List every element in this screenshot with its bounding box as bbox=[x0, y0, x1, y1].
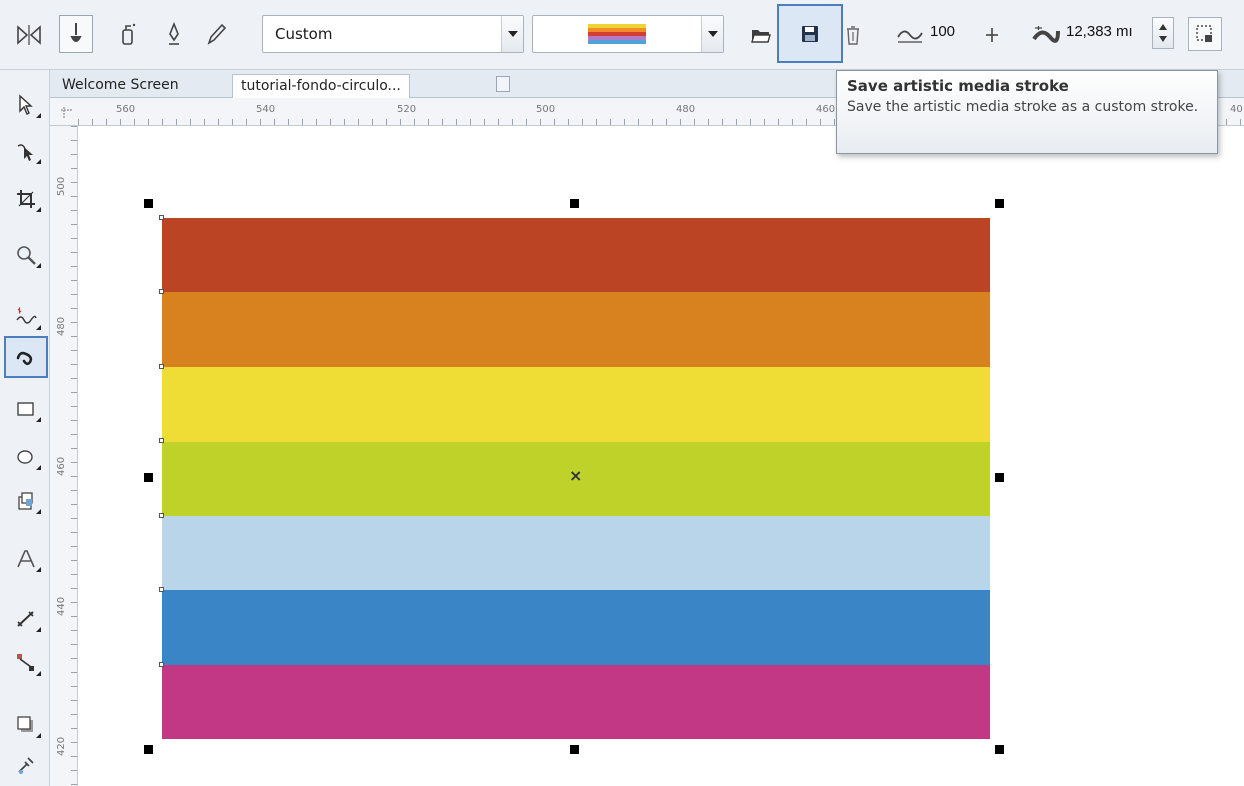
width-icon bbox=[1030, 20, 1062, 50]
selection-handle-middle-left[interactable] bbox=[144, 473, 153, 482]
dimension-tool-icon[interactable] bbox=[6, 600, 46, 638]
artistic-media-tool-icon[interactable] bbox=[4, 336, 48, 378]
polygon-tool-icon[interactable] bbox=[6, 482, 46, 520]
selection-handle-top-left[interactable] bbox=[144, 199, 153, 208]
path-node[interactable] bbox=[159, 587, 164, 592]
ruler-tick-label: 460 bbox=[816, 104, 836, 115]
zoom-tool-icon[interactable] bbox=[6, 236, 46, 274]
ruler-ticks bbox=[71, 126, 77, 786]
scale-icon[interactable] bbox=[1188, 17, 1222, 51]
ruler-tick-label: 460 bbox=[56, 456, 67, 476]
drawing-canvas[interactable]: × bbox=[79, 127, 1244, 786]
chevron-down-icon[interactable] bbox=[501, 16, 523, 52]
calligraphic-icon[interactable] bbox=[160, 18, 188, 50]
selection-handle-bottom-left[interactable] bbox=[144, 745, 153, 754]
brush-icon[interactable] bbox=[59, 15, 93, 53]
delete-icon[interactable] bbox=[840, 20, 866, 50]
stroke-list-dropdown[interactable] bbox=[532, 15, 724, 53]
ruler-origin-icon[interactable] bbox=[60, 106, 74, 120]
rainbow-stroke-object[interactable]: × bbox=[79, 127, 1244, 786]
chevron-down-icon[interactable] bbox=[701, 16, 723, 52]
toolbox bbox=[0, 70, 50, 786]
stripe-red bbox=[162, 218, 990, 292]
stripe-blue bbox=[162, 590, 990, 665]
preset-stroke-value: Custom bbox=[275, 25, 333, 43]
stripe-orange bbox=[162, 292, 990, 367]
sprayer-icon[interactable] bbox=[114, 18, 142, 50]
selection-handle-bottom-right[interactable] bbox=[995, 745, 1004, 754]
ruler-tick-label: 520 bbox=[397, 104, 417, 115]
stripe-light-blue bbox=[162, 516, 990, 590]
shape-tool-icon[interactable] bbox=[6, 132, 46, 170]
tooltip-body: Save the artistic media stroke as a cust… bbox=[847, 99, 1199, 115]
plus-minus-icon[interactable] bbox=[980, 21, 1004, 49]
open-folder-icon[interactable] bbox=[746, 20, 776, 50]
selection-handle-middle-right[interactable] bbox=[995, 473, 1004, 482]
smoothing-value[interactable]: 100 bbox=[930, 23, 955, 40]
swatch-band bbox=[588, 40, 646, 44]
stroke-width-value[interactable]: 12,383 mı bbox=[1066, 23, 1133, 40]
center-marker[interactable]: × bbox=[569, 466, 582, 485]
path-node[interactable] bbox=[159, 289, 164, 294]
document-icon[interactable] bbox=[496, 76, 510, 92]
stripe-magenta bbox=[162, 665, 990, 739]
vertical-ruler[interactable]: 500 480 460 440 420 bbox=[50, 126, 78, 786]
selection-handle-top-right[interactable] bbox=[995, 199, 1004, 208]
path-node[interactable] bbox=[159, 215, 164, 220]
ruler-tick-label: 480 bbox=[56, 316, 67, 336]
selection-handle-bottom-center[interactable] bbox=[570, 745, 579, 754]
rectangle-tool-icon[interactable] bbox=[6, 390, 46, 428]
path-node[interactable] bbox=[159, 513, 164, 518]
save-stroke-tooltip: Save artistic media stroke Save the arti… bbox=[836, 70, 1218, 154]
ruler-tick-label: 440 bbox=[56, 596, 67, 616]
path-node[interactable] bbox=[159, 662, 164, 667]
path-node[interactable] bbox=[159, 438, 164, 443]
connector-tool-icon[interactable] bbox=[6, 644, 46, 682]
ruler-tick-label: 500 bbox=[536, 104, 556, 115]
crop-tool-icon[interactable] bbox=[6, 180, 46, 218]
ruler-tick-label: 420 bbox=[56, 736, 67, 756]
property-bar: Custom 100 12,383 mı bbox=[0, 0, 1244, 70]
tooltip-title: Save artistic media stroke bbox=[847, 77, 1069, 95]
save-icon[interactable] bbox=[777, 4, 843, 63]
text-tool-icon[interactable] bbox=[6, 540, 46, 578]
drop-shadow-tool-icon[interactable] bbox=[6, 706, 46, 744]
tab-tutorial-document[interactable]: tutorial-fondo-circulo... bbox=[232, 74, 410, 98]
path-node[interactable] bbox=[159, 364, 164, 369]
eyedropper-tool-icon[interactable] bbox=[6, 746, 46, 784]
stroke-preview-swatch bbox=[588, 24, 646, 44]
mirror-icon[interactable] bbox=[12, 18, 46, 52]
selection-handle-top-center[interactable] bbox=[570, 199, 579, 208]
preset-stroke-dropdown[interactable]: Custom bbox=[262, 15, 524, 53]
freehand-tool-icon[interactable] bbox=[6, 298, 46, 336]
ruler-tick-label: 500 bbox=[56, 176, 67, 196]
ruler-tick-label: 40 bbox=[1230, 104, 1243, 115]
ruler-tick-label: 480 bbox=[676, 104, 696, 115]
stripe-yellow bbox=[162, 367, 990, 442]
ruler-tick-label: 540 bbox=[256, 104, 276, 115]
pick-tool-icon[interactable] bbox=[6, 86, 46, 124]
smoothing-icon bbox=[894, 20, 926, 50]
tab-welcome-screen[interactable]: Welcome Screen bbox=[54, 74, 187, 98]
ruler-tick-label: 560 bbox=[116, 104, 136, 115]
ellipse-tool-icon[interactable] bbox=[6, 438, 46, 476]
pen-icon[interactable] bbox=[202, 18, 230, 50]
width-spinner[interactable] bbox=[1152, 17, 1174, 49]
